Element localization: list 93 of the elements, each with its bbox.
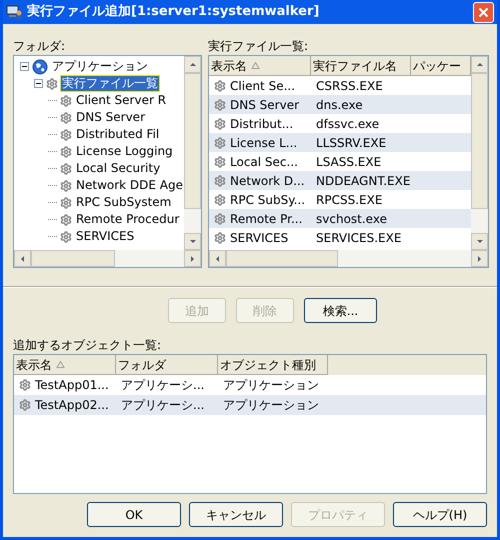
list-cell-text: RPC SubSy... [230,192,306,208]
gear-icon [60,128,72,140]
scroll-thumb[interactable] [226,250,338,267]
scroll-thumb[interactable] [31,250,116,267]
tree-item[interactable]: Client Server R [75,93,168,108]
gear-icon [60,196,72,208]
gear-icon [60,162,72,174]
gear-icon [60,94,72,106]
scroll-down-button[interactable] [184,233,202,250]
list-cell-text: TestApp01... [35,377,109,394]
list-row[interactable]: Network D... NDDEAGNT.EXE [209,171,472,190]
gear-icon [60,230,72,242]
tree-item[interactable]: License Logging [75,144,174,159]
vertical-scrollbar[interactable] [471,56,488,250]
list-cell-text: svchost.exe [316,210,387,228]
list-cell-text: アプリケーション [223,397,319,414]
scroll-up-button[interactable] [184,56,202,73]
list-cell-text: TestApp02... [35,397,109,414]
sort-icon [56,361,65,368]
dialog-button[interactable]: ヘルプ(H) [393,502,487,527]
list-cell-text: Distribut... [230,116,294,132]
gear-icon [60,146,72,158]
list-cell-text: License L... [230,134,298,152]
gear-icon [214,212,226,224]
scroll-down-button[interactable] [471,233,488,250]
window-title: 実行ファイル追加[1:server1:systemwalker] [27,2,320,22]
list-cell-text: Remote Pr... [230,210,302,228]
close-button[interactable] [473,2,494,22]
list-label: 追加するオブジェクト一覧: [13,337,162,353]
scroll-thumb[interactable] [184,73,202,209]
list-cell-text: Client Se... [230,78,296,94]
tree-item[interactable]: SERVICES [75,229,136,244]
tree-item[interactable]: Remote Procedur [75,212,180,227]
tree-item[interactable]: Network DDE Age [75,178,184,193]
scroll-up-button[interactable] [471,56,488,73]
collapse-icon[interactable] [34,79,43,88]
gear-icon [214,156,226,168]
gear-icon [214,194,226,206]
horizontal-scrollbar[interactable] [14,250,202,267]
list-cell-text: アプリケーシ... [121,397,204,414]
panel-label: フォルダ: [13,38,66,54]
tree-item[interactable]: Distributed Fil [75,127,160,142]
computer-icon [6,4,22,20]
gear-icon [214,136,226,148]
list-label: 実行ファイル一覧: [208,38,310,54]
scroll-right-button[interactable] [184,250,202,267]
dialog-button[interactable]: 検索... [304,298,377,323]
gear-icon [19,399,31,411]
list-cell-text: Local Sec... [230,154,298,170]
list-cell-text: SERVICES.EXE [316,230,402,246]
gear-icon [214,174,226,186]
list-cell-text: dfssvc.exe [316,116,380,132]
list-cell-text: RPCSS.EXE [316,192,382,208]
gear-icon [60,112,72,124]
list-cell-text: LSASS.EXE [316,154,382,170]
tree-item[interactable]: 実行ファイル一覧 [61,76,159,91]
list-cell-text: NDDEAGNT.EXE [316,172,410,190]
tree-item[interactable]: DNS Server [75,110,146,125]
list-cell-text: Network D... [230,172,305,190]
gear-icon [19,379,31,391]
vertical-scrollbar[interactable] [184,56,202,250]
gear-icon [214,80,226,92]
list-cell-text: LLSSRV.EXE [316,134,386,152]
sort-icon [251,62,260,69]
scroll-left-button[interactable] [14,250,31,267]
tree-item[interactable]: アプリケーション [51,59,149,74]
scroll-right-button[interactable] [471,250,488,267]
dialog-button[interactable]: キャンセル [189,502,283,527]
list-cell-text: アプリケーシ... [121,377,204,394]
gear-icon [60,214,72,226]
gear-icon [214,232,226,244]
globe-icon [32,58,48,74]
horizontal-scrollbar[interactable] [209,250,488,267]
list-cell-text: DNS Server [230,96,300,114]
dialog-button[interactable]: OK [87,502,181,527]
tree-item[interactable]: Local Security [75,161,162,176]
list-cell-text: dns.exe [316,96,363,114]
collapse-icon[interactable] [20,62,29,71]
scroll-thumb[interactable] [471,73,488,209]
close-icon [478,6,489,18]
list-cell-text: アプリケーション [223,377,319,394]
gear-icon [214,98,226,110]
list-row[interactable]: DNS Server dns.exe [209,95,472,114]
scroll-left-button[interactable] [209,250,226,267]
tree-item[interactable]: RPC SubSystem [75,195,172,210]
list-row[interactable]: License L... LLSSRV.EXE [209,133,472,152]
list-cell-text: CSRSS.EXE [316,78,383,94]
gear-icon [60,180,72,192]
list-cell-text: SERVICES [230,230,288,246]
gear-icon [46,78,58,90]
list-row[interactable]: Remote Pr... svchost.exe [209,209,472,228]
gear-icon [214,118,226,130]
list-row[interactable]: TestApp02... アプリケーシ... アプリケーション [14,395,486,415]
